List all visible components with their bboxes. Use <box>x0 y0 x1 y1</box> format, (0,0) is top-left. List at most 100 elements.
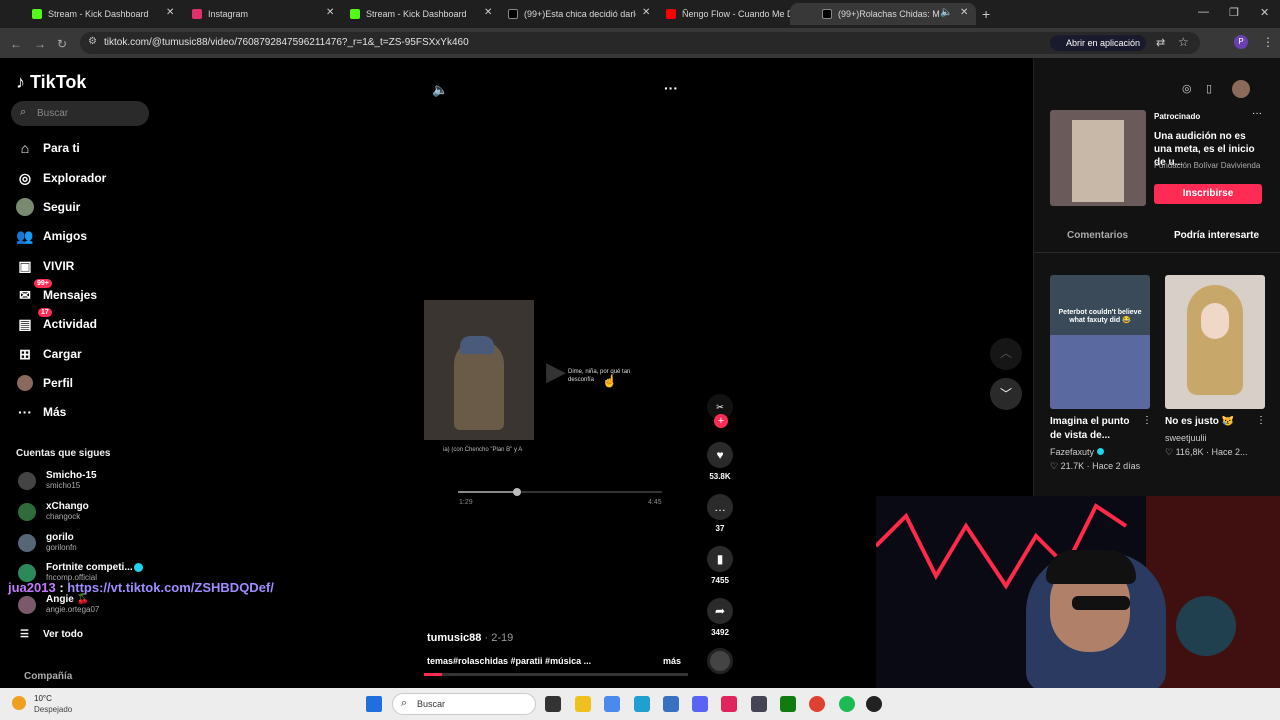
chat-link[interactable]: https://vt.tiktok.com/ZSHBDQDef/ <box>67 580 274 595</box>
nav-cargar[interactable]: ⊞ Cargar <box>16 344 82 364</box>
video-more-icon[interactable]: ··· <box>664 80 678 96</box>
ad-more-icon[interactable]: ··· <box>1252 108 1262 119</box>
video-progress-fill <box>424 673 442 676</box>
comment-action[interactable]: … 37 <box>706 494 734 533</box>
next-video-button[interactable]: ﹀ <box>990 378 1022 410</box>
play-icon[interactable]: ▶ <box>546 356 566 387</box>
tiktok-icon <box>508 9 518 19</box>
nav-para-ti[interactable]: ⌂ Para ti <box>16 138 80 158</box>
store-icon[interactable] <box>663 696 679 712</box>
restore-button[interactable]: ❐ <box>1229 6 1239 19</box>
card-age: Hace 2... <box>1211 447 1248 457</box>
tab-1[interactable]: Stream - Kick Dashboard ✕ <box>0 3 180 25</box>
kick-icon <box>350 9 360 19</box>
nav-explorador[interactable]: ◎ Explorador <box>16 168 106 188</box>
device-icon[interactable]: ▯ <box>1206 82 1212 95</box>
close-icon[interactable]: ✕ <box>960 7 968 18</box>
search-icon: ⌕ <box>20 106 27 118</box>
video-progress-track[interactable] <box>424 673 688 676</box>
profile-icon[interactable]: P <box>1234 35 1248 49</box>
taskbar-search[interactable]: ⌕ Buscar <box>392 693 536 715</box>
seek-knob[interactable] <box>513 488 522 496</box>
nav-amigos[interactable]: 👥 Amigos <box>16 226 87 246</box>
video-description: temas#rolaschidas #paratii #música ... <box>427 656 592 666</box>
card-views: 116,8K <box>1175 447 1204 457</box>
save-action[interactable]: ▮ 7455 <box>706 546 734 585</box>
avatar[interactable] <box>1232 80 1250 98</box>
open-in-app-button[interactable]: Abrir en aplicación <box>1050 35 1147 51</box>
nav-actividad[interactable]: ▤ 17 Actividad <box>16 308 97 334</box>
back-button[interactable]: ← <box>10 37 22 51</box>
url-text[interactable]: tiktok.com/@tumusic88/video/760879284759… <box>104 37 469 48</box>
menu-icon[interactable]: ⋮ <box>1262 35 1274 49</box>
card-author-row[interactable]: Fazefaxuty <box>1050 447 1104 457</box>
forward-button[interactable]: → <box>34 37 46 51</box>
video-date: 2-19 <box>491 632 514 644</box>
file-explorer-icon[interactable] <box>575 696 591 712</box>
company-link[interactable]: Compañía <box>24 671 72 682</box>
video-card-thumbnail[interactable]: Peterbot couldn't believe what faxuty di… <box>1050 275 1150 409</box>
spotify-icon[interactable] <box>839 696 855 712</box>
chrome-icon[interactable] <box>809 696 825 712</box>
video-meta: tumusic88 · 2-19 <box>427 632 514 644</box>
previous-video-button[interactable]: ︿ <box>990 338 1022 370</box>
discord-icon[interactable] <box>692 696 708 712</box>
search-input[interactable]: ⌕ Buscar <box>11 101 149 126</box>
start-button[interactable] <box>366 696 382 712</box>
copilot-icon[interactable] <box>604 696 620 712</box>
card-title[interactable]: Imagina el punto de vista de... <box>1050 415 1134 443</box>
share-action[interactable]: ➦ 3492 <box>706 598 734 637</box>
game-scene <box>1050 335 1150 409</box>
new-tab-button[interactable]: + <box>982 6 990 22</box>
obs-icon[interactable] <box>866 696 882 712</box>
tab-comments[interactable]: Comentarios <box>1067 230 1128 241</box>
omnibox[interactable]: ⚙ tiktok.com/@tumusic88/video/7608792847… <box>80 32 1200 54</box>
volume-icon[interactable]: 🔈 <box>432 82 448 98</box>
nav-vivir[interactable]: ▣ VIVIR <box>16 256 74 276</box>
card-title[interactable]: No es justo 😿 <box>1165 415 1249 429</box>
app-icon[interactable] <box>751 696 767 712</box>
tab-6-active[interactable]: (99+)Rolachas Chidas: Mús 🔈 ✕ <box>790 3 976 25</box>
tiktok-logo[interactable]: ♪ TikTok <box>16 72 86 93</box>
bookmark-star-icon[interactable]: ☆ <box>1178 35 1189 49</box>
card-more-icon[interactable]: ⋮ <box>1256 415 1266 426</box>
site-info-icon[interactable]: ⚙ <box>88 36 97 47</box>
see-all-link[interactable]: ☰ Ver todo <box>20 629 83 640</box>
minimize-button[interactable]: — <box>1198 6 1209 18</box>
sponsored-image[interactable] <box>1050 110 1146 206</box>
more-link[interactable]: más <box>663 656 681 666</box>
video-card-thumbnail[interactable] <box>1165 275 1265 409</box>
card-author[interactable]: sweetjuulii <box>1165 433 1207 443</box>
tab-5[interactable]: Ñengo Flow - Cuando Me Dira✕ <box>634 3 814 25</box>
close-window-button[interactable]: ✕ <box>1260 6 1269 19</box>
nav-perfil[interactable]: Perfil <box>16 373 73 393</box>
video-thumbnail[interactable] <box>424 300 534 440</box>
cursor-icon: ☝ <box>602 374 617 388</box>
nav-seguir[interactable]: Seguir <box>16 197 80 217</box>
translate-icon[interactable]: ⇄ <box>1156 36 1165 49</box>
messages-badge: 99+ <box>34 279 52 288</box>
capcut-icon[interactable] <box>721 696 737 712</box>
chat-username: jua2013 <box>8 580 56 595</box>
tab-2[interactable]: Instagram ✕ <box>160 3 340 25</box>
verified-icon <box>1096 448 1104 455</box>
like-action[interactable]: ♥ 53.8K <box>706 442 734 481</box>
reload-button[interactable]: ↻ <box>57 37 67 51</box>
chat-separator: : <box>59 580 64 595</box>
creator-avatar[interactable]: ✂ + <box>706 394 734 428</box>
tab-podria-interesarte[interactable]: Podría interesarte <box>1174 230 1259 241</box>
tab-3[interactable]: Stream - Kick Dashboard ✕ <box>318 3 498 25</box>
xbox-icon[interactable] <box>780 696 796 712</box>
subscribe-button[interactable]: Inscribirse <box>1154 184 1262 204</box>
cap-figure <box>460 336 494 354</box>
nav-mas[interactable]: ··· Más <box>16 402 66 422</box>
video-author[interactable]: tumusic88 <box>427 632 481 644</box>
follow-plus-button[interactable]: + <box>714 414 728 428</box>
card-more-icon[interactable]: ⋮ <box>1142 415 1152 426</box>
compass-icon[interactable]: ◎ <box>1182 82 1192 95</box>
tab-4[interactable]: (99+)Esta chica decidió darlo to✕ <box>476 3 656 25</box>
nav-mensajes[interactable]: ✉ 99+ Mensajes <box>16 279 97 305</box>
edge-icon[interactable] <box>634 696 650 712</box>
music-disc[interactable] <box>706 648 734 674</box>
task-view-icon[interactable] <box>545 696 561 712</box>
